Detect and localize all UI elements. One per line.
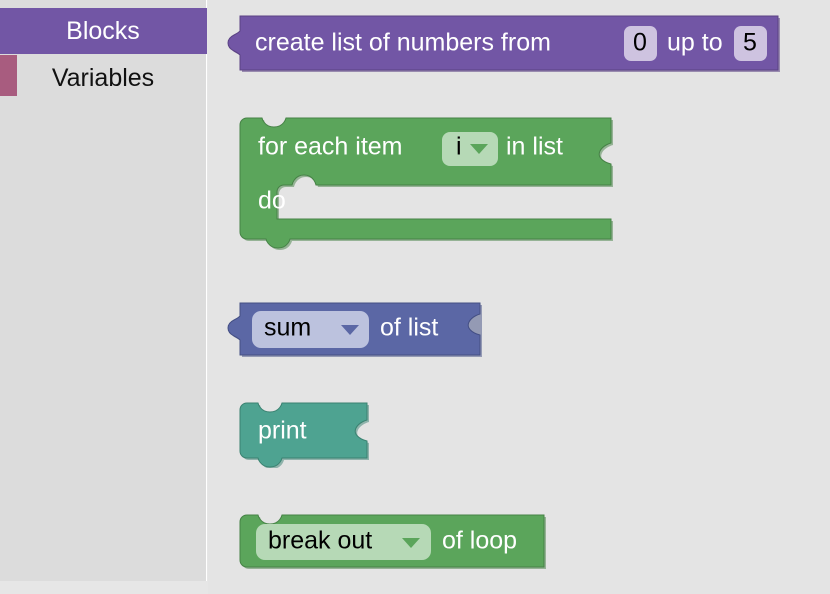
block-label-in-list: in list <box>506 133 563 161</box>
dropdown-field-variable-value: i <box>456 133 462 161</box>
number-field-from-value: 0 <box>633 29 647 57</box>
block-for-each-shape[interactable]: for each item i in list do <box>236 115 631 250</box>
block-print-shape[interactable]: print <box>236 400 376 468</box>
block-sum-of-list[interactable]: sum of list <box>222 300 484 360</box>
dropdown-field-break-mode-value: break out <box>268 527 372 555</box>
sidebar-item-label-variables: Variables <box>17 66 207 91</box>
blockly-workspace: create list of numbers from 0 up to 5 fo… <box>208 0 830 594</box>
block-create-list-of-numbers[interactable]: create list of numbers from 0 up to 5 <box>222 13 782 75</box>
flyout-background <box>208 0 830 581</box>
sidebar-item-blocks[interactable]: Blocks <box>0 8 207 54</box>
block-label-up-to: up to <box>667 29 723 57</box>
category-swatch-variables <box>0 55 17 96</box>
block-label-create-list: create list of numbers from <box>255 29 551 57</box>
block-label-of-list: of list <box>380 314 438 342</box>
block-create-list-of-numbers-shape[interactable]: create list of numbers from 0 up to 5 <box>222 13 782 75</box>
block-label-do: do <box>258 187 286 215</box>
block-for-each-item-in-list[interactable]: for each item i in list do <box>236 115 631 250</box>
block-label-of-loop: of loop <box>442 527 517 555</box>
block-print[interactable]: print <box>236 400 376 468</box>
block-label-print: print <box>258 417 307 445</box>
number-field-to-value: 5 <box>743 29 757 57</box>
blockly-app: Blocks Variables create list of numbers … <box>0 0 830 594</box>
toolbox-sidebar: Blocks Variables <box>0 0 207 581</box>
dropdown-field-variable-bg[interactable] <box>442 132 498 166</box>
dropdown-field-operation-value: sum <box>264 314 311 342</box>
sidebar-item-variables[interactable]: Variables <box>0 55 207 101</box>
block-label-for-each-item: for each item <box>258 133 403 161</box>
category-swatch-blocks <box>0 8 17 49</box>
block-break-out-shape[interactable]: break out of loop <box>236 512 556 574</box>
sidebar-item-label-blocks: Blocks <box>17 19 207 44</box>
block-sum-of-list-shape[interactable]: sum of list <box>222 300 484 360</box>
block-break-out-of-loop[interactable]: break out of loop <box>236 512 556 574</box>
